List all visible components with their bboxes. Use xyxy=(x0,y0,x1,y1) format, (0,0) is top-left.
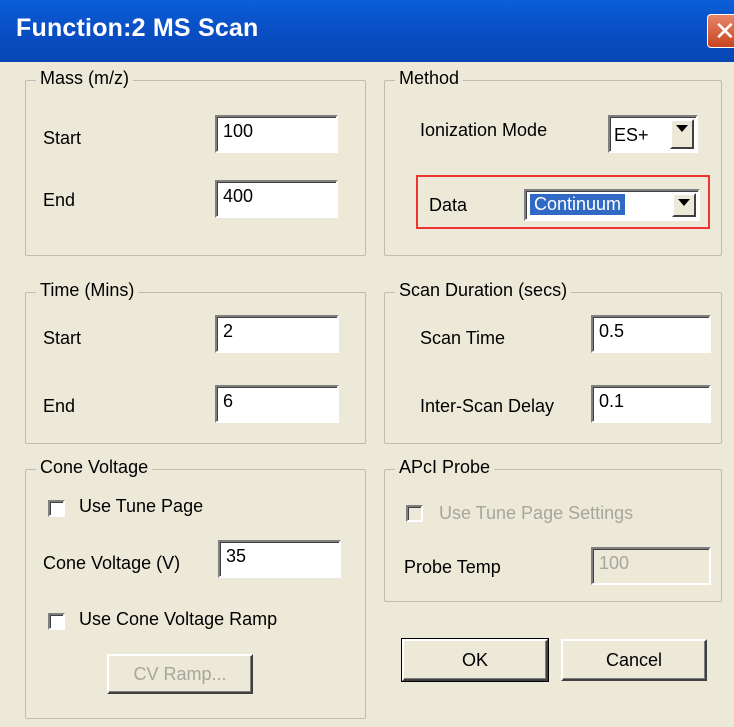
cone-voltage-input[interactable]: 35 xyxy=(218,540,341,578)
ok-button[interactable]: OK xyxy=(401,638,549,682)
mass-legend: Mass (m/z) xyxy=(36,68,133,89)
method-legend: Method xyxy=(395,68,464,89)
scan-duration-legend: Scan Duration (secs) xyxy=(395,280,572,301)
use-tune-page-settings-checkbox[interactable] xyxy=(406,505,423,522)
data-label: Data xyxy=(429,195,468,215)
title-bar: Function:2 MS Scan ✕ xyxy=(0,0,734,62)
use-tune-page-settings-label: Use Tune Page Settings xyxy=(439,503,634,523)
mass-end-input[interactable]: 400 xyxy=(215,180,338,218)
mass-group: Mass (m/z) xyxy=(25,68,366,256)
time-start-input[interactable]: 2 xyxy=(215,315,339,353)
inter-scan-delay-input[interactable]: 0.1 xyxy=(591,385,711,423)
use-cone-voltage-ramp-label[interactable]: Use Cone Voltage Ramp xyxy=(79,609,277,630)
time-end-label: End xyxy=(43,396,76,416)
mass-end-label: End xyxy=(43,190,76,210)
ionization-mode-value: ES+ xyxy=(614,125,649,145)
use-tune-page-checkbox[interactable] xyxy=(48,500,65,517)
time-legend: Time (Mins) xyxy=(36,280,139,301)
scan-time-label: Scan Time xyxy=(420,328,506,348)
close-button[interactable]: ✕ xyxy=(707,14,734,48)
method-group: Method xyxy=(384,68,722,256)
ionization-mode-label: Ionization Mode xyxy=(420,120,548,140)
cone-voltage-label: Cone Voltage (V) xyxy=(43,553,181,573)
data-dropdown-button[interactable] xyxy=(672,193,696,217)
cv-ramp-button[interactable]: CV Ramp... xyxy=(107,654,253,694)
mass-start-input[interactable]: 100 xyxy=(215,115,338,153)
time-start-label: Start xyxy=(43,328,82,348)
ms-scan-dialog: Function:2 MS Scan ✕ Mass (m/z) Start 10… xyxy=(0,0,734,727)
probe-temp-label: Probe Temp xyxy=(404,557,501,577)
use-cone-voltage-ramp-checkbox[interactable] xyxy=(48,613,65,630)
use-tune-page-label[interactable]: Use Tune Page xyxy=(79,496,203,517)
inter-scan-delay-label: Inter-Scan Delay xyxy=(420,396,555,416)
close-icon: ✕ xyxy=(714,17,734,47)
scan-time-input[interactable]: 0.5 xyxy=(591,315,711,353)
cancel-button[interactable]: Cancel xyxy=(561,639,707,681)
ionization-dropdown-button[interactable] xyxy=(670,119,694,149)
data-value: Continuum xyxy=(530,194,626,215)
probe-temp-input[interactable]: 100 xyxy=(591,547,711,585)
time-end-input[interactable]: 6 xyxy=(215,385,339,423)
chevron-down-icon xyxy=(676,125,688,132)
chevron-down-icon xyxy=(678,199,690,206)
window-title: Function:2 MS Scan xyxy=(16,14,259,42)
mass-start-label: Start xyxy=(43,128,82,148)
apci-probe-legend: APcI Probe xyxy=(395,457,495,478)
cone-voltage-legend: Cone Voltage xyxy=(36,457,153,478)
ionization-mode-select[interactable]: ES+ xyxy=(608,115,698,153)
data-select[interactable]: Continuum xyxy=(524,189,700,221)
